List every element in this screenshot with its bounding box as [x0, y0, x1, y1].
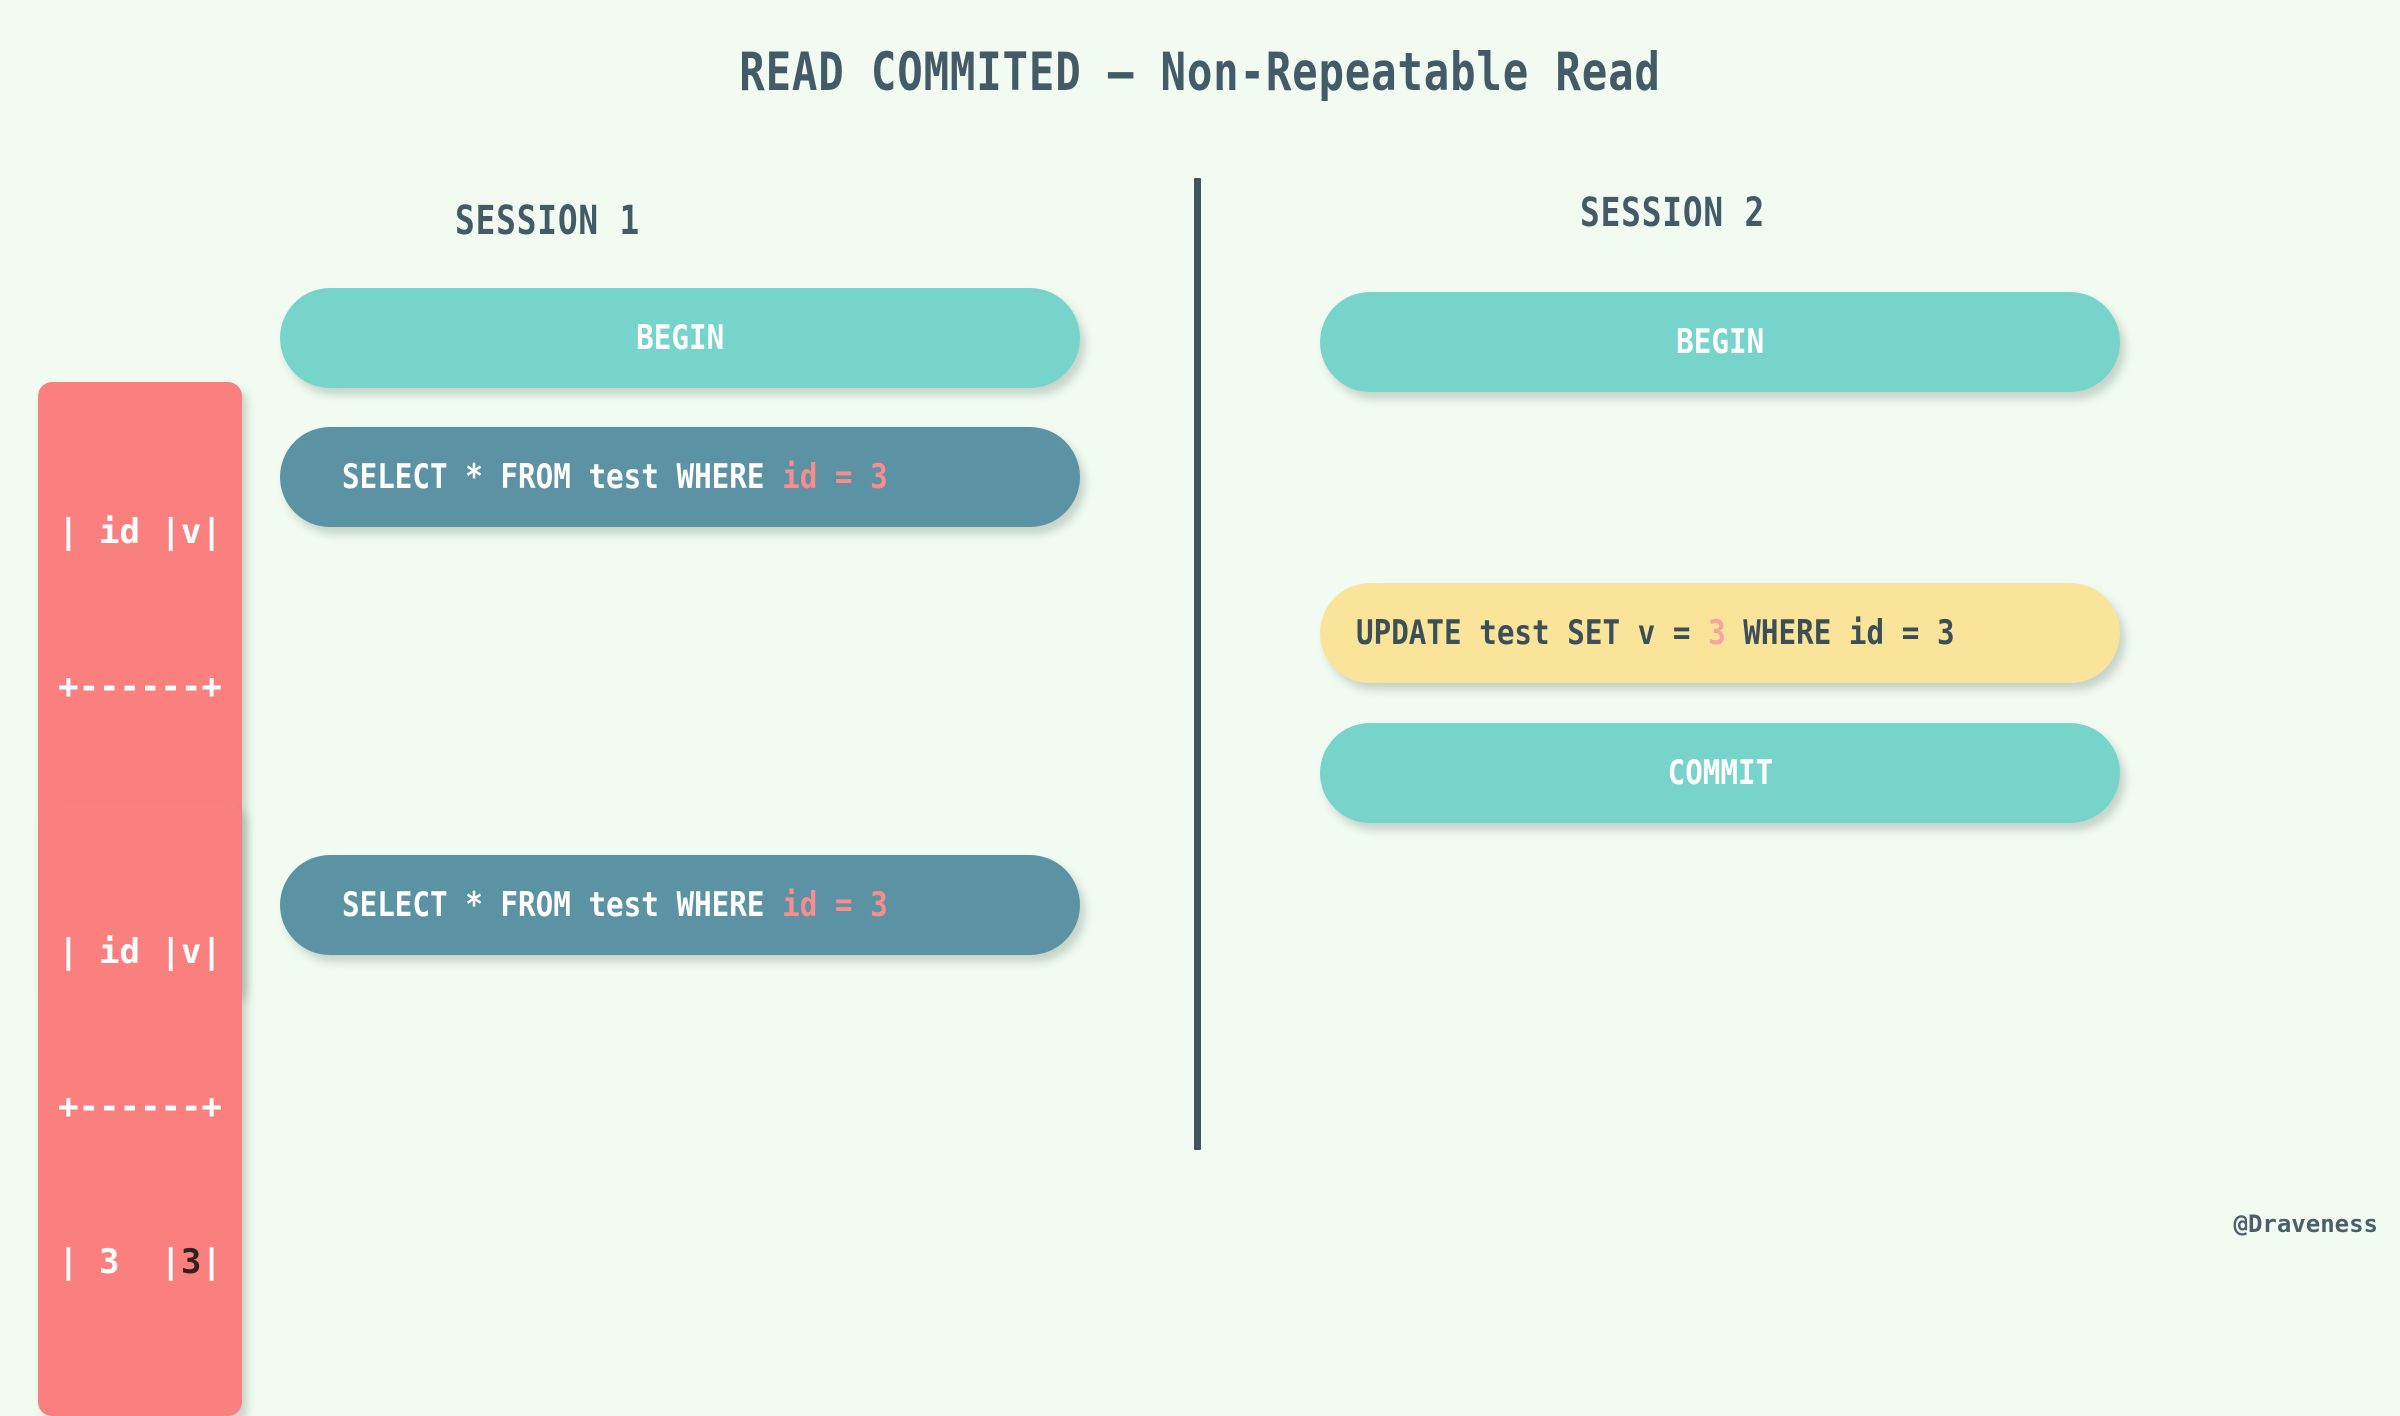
session-2-update-statement: UPDATE test SET v = 3 WHERE id = 3: [1356, 613, 1955, 653]
session-1-begin-label: BEGIN: [635, 318, 725, 358]
session-2-heading: SESSION 2: [1580, 190, 1766, 236]
result-separator-row: +------+: [58, 1087, 222, 1128]
session-1-result-after: | id |v| +------+ | 3 |3|: [38, 802, 242, 1416]
sql-highlight: id = 3: [782, 457, 888, 497]
session-2-commit-pill[interactable]: COMMIT: [1320, 723, 2120, 823]
result-header-row: | id |v|: [58, 932, 222, 973]
result-value-prefix: | 3 |: [58, 1242, 181, 1283]
sql-text: SELECT * FROM test WHERE: [342, 885, 783, 925]
session-divider: [1194, 178, 1201, 1150]
sql-text: SELECT * FROM test WHERE: [342, 457, 783, 497]
session-2-commit-label: COMMIT: [1667, 753, 1773, 793]
session-1-select-2-statement: SELECT * FROM test WHERE id = 3: [342, 885, 888, 925]
session-1-select-2-pill[interactable]: SELECT * FROM test WHERE id = 3: [280, 855, 1080, 955]
result-value-changed: 3: [180, 1242, 202, 1283]
session-2-begin-label: BEGIN: [1675, 322, 1765, 362]
sql-highlight: 3: [1708, 613, 1726, 653]
author-watermark: @Draveness: [2233, 1210, 2379, 1238]
diagram-canvas: READ COMMITED – Non-Repeatable Read SESS…: [0, 0, 2400, 1416]
session-1-heading: SESSION 1: [455, 198, 641, 244]
result-value-row: | 3 |3|: [38, 1237, 242, 1289]
session-2-begin-pill[interactable]: BEGIN: [1320, 292, 2120, 392]
result-value-suffix: |: [201, 1242, 222, 1283]
sql-highlight: id = 3: [782, 885, 888, 925]
session-2-update-pill[interactable]: UPDATE test SET v = 3 WHERE id = 3: [1320, 583, 2120, 683]
sql-text: UPDATE test SET v =: [1356, 613, 1709, 653]
result-header-row: | id |v|: [58, 512, 222, 553]
result-separator-row: +------+: [58, 667, 222, 708]
session-1-begin-pill[interactable]: BEGIN: [280, 288, 1080, 388]
page-title: READ COMMITED – Non-Repeatable Read: [739, 42, 1661, 103]
session-1-select-1-statement: SELECT * FROM test WHERE id = 3: [342, 457, 888, 497]
session-1-select-1-pill[interactable]: SELECT * FROM test WHERE id = 3: [280, 427, 1080, 527]
sql-text-tail: WHERE id = 3: [1725, 613, 1955, 653]
